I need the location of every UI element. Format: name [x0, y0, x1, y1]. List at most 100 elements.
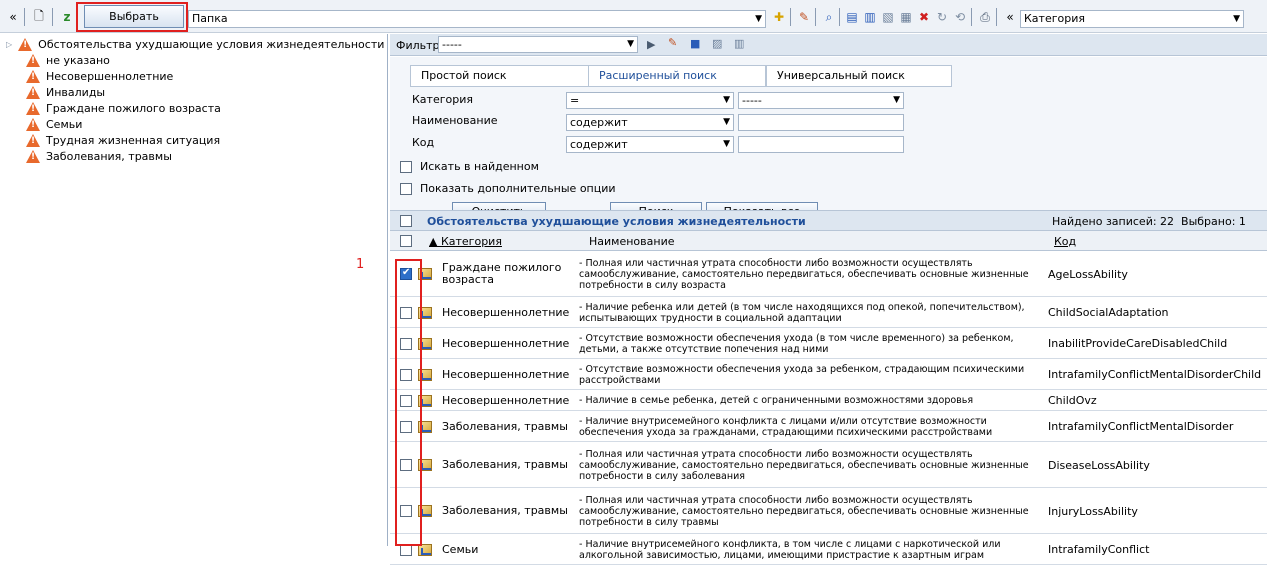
tree-item[interactable]: Трудная жизненная ситуация	[26, 133, 220, 148]
name-operator-select[interactable]: содержит ▼	[566, 114, 734, 131]
show-more-options-label: Показать дополнительные опции	[420, 182, 616, 195]
table-row[interactable]: Граждане пожилого возраста - Полная или ч…	[390, 251, 1267, 297]
tree-item-label: Граждане пожилого возраста	[46, 102, 221, 115]
collapse-left-icon[interactable]: «	[4, 8, 22, 26]
tab-advanced-search[interactable]: Расширенный поиск	[588, 65, 766, 87]
properties-icon[interactable]: ▦	[897, 8, 915, 26]
warning-icon	[26, 102, 40, 115]
code-input[interactable]	[738, 136, 904, 153]
row-name: - Полная или частичная утрата способност…	[579, 448, 1029, 482]
edit-filter-icon[interactable]: ✎	[668, 36, 677, 49]
show-more-options-checkbox[interactable]	[400, 182, 412, 195]
checkbox-column-highlight	[395, 259, 422, 546]
header-checkbox[interactable]	[400, 235, 412, 247]
row-code-cell: IntrafamilyConflict	[1048, 534, 1149, 565]
table-row[interactable]: Несовершеннолетние - Отсутствие возможнос…	[390, 359, 1267, 390]
table-row[interactable]: Несовершеннолетние - Отсутствие возможнос…	[390, 328, 1267, 359]
tree-item[interactable]: ▷ Обстоятельства ухудшающие условия жизн…	[6, 37, 384, 52]
search-in-found-checkbox[interactable]	[400, 160, 412, 173]
row-category: Несовершеннолетние	[442, 393, 570, 407]
expand-arrow-icon[interactable]: ▷	[6, 40, 12, 49]
toolbar-separator	[790, 8, 791, 26]
collapse-icon[interactable]: «	[1001, 8, 1019, 26]
row-name: - Полная или частичная утрата способност…	[579, 257, 1029, 291]
warning-icon	[26, 54, 40, 67]
excel-icon[interactable]: z	[58, 8, 76, 26]
delete-icon[interactable]: ✖	[915, 8, 933, 26]
category-combo[interactable]: Категория ▼	[1020, 10, 1244, 28]
tree-item-label: не указано	[46, 54, 110, 67]
category-operator-value: =	[570, 94, 580, 107]
search-in-found-option[interactable]: Искать в найденном	[400, 160, 539, 173]
row-code-cell: ChildSocialAdaptation	[1048, 297, 1169, 328]
paste-doc-icon[interactable]: ▧	[879, 8, 897, 26]
select-all-checkbox[interactable]	[400, 215, 412, 227]
row-category-cell: Несовершеннолетние	[442, 328, 582, 359]
row-name-cell: - Наличие внутрисемейного конфликта, в т…	[579, 534, 1045, 565]
row-category-cell: Несовершеннолетние	[442, 390, 582, 411]
table-row[interactable]: Несовершеннолетние - Наличие ребенка или …	[390, 297, 1267, 328]
row-category: Заболевания, травмы	[442, 419, 568, 433]
row-code-cell: InjuryLossAbility	[1048, 488, 1138, 534]
chevron-down-icon: ▼	[755, 14, 762, 24]
row-code-cell: AgeLossAbility	[1048, 251, 1128, 297]
chevron-down-icon: ▼	[893, 95, 900, 105]
row-code-cell: DiseaseLossAbility	[1048, 442, 1150, 488]
tree-item[interactable]: Несовершеннолетние	[26, 69, 173, 84]
name-input[interactable]	[738, 114, 904, 131]
category-tree: ▷ Обстоятельства ухудшающие условия жизн…	[0, 34, 388, 546]
column-header-category[interactable]: ▲ Категория	[429, 235, 502, 248]
row-code: InjuryLossAbility	[1048, 504, 1138, 518]
history-icon[interactable]: ⟲	[951, 8, 969, 26]
row-category-cell: Несовершеннолетние	[442, 359, 582, 390]
copy-doc-icon[interactable]: ▥	[861, 8, 879, 26]
table-row[interactable]: Семьи - Наличие внутрисемейного конфликта…	[390, 534, 1267, 565]
table-row[interactable]: Заболевания, травмы - Полная или частична…	[390, 488, 1267, 534]
tab-simple-search[interactable]: Простой поиск	[410, 65, 594, 87]
tree-item[interactable]: Заболевания, травмы	[26, 149, 172, 164]
table-row[interactable]: Заболевания, травмы - Полная или частична…	[390, 442, 1267, 488]
row-code: IntrafamilyConflictMentalDisorder	[1048, 420, 1234, 433]
filter-select[interactable]: ----- ▼	[438, 36, 638, 53]
edit-doc-icon[interactable]: ▤	[843, 8, 861, 26]
search-icon[interactable]: ⌕	[820, 8, 838, 26]
refresh-icon[interactable]: ↻	[933, 8, 951, 26]
column-header-code[interactable]: Код	[1054, 235, 1076, 248]
tree-item-label: Трудная жизненная ситуация	[46, 134, 221, 147]
tree-item[interactable]: Граждане пожилого возраста	[26, 101, 221, 116]
row-category: Несовершеннолетние	[442, 336, 570, 350]
row-category: Семьи	[442, 542, 479, 556]
category-operator-select[interactable]: = ▼	[566, 92, 734, 109]
row-category: Заболевания, травмы	[442, 504, 568, 517]
table-row[interactable]: Заболевания, травмы - Наличие внутрисемей…	[390, 411, 1267, 442]
save-filter-icon[interactable]: ■	[690, 37, 700, 50]
row-category-cell: Заболевания, травмы	[442, 488, 582, 534]
warning-icon	[18, 38, 33, 51]
filter-settings-icon[interactable]: ▨	[712, 37, 722, 50]
toolbar: « 🗋 z Выбрать 2 Папка ▼ ✚ ✎ ⌕ ▤ ▥ ▧ ▦ ✖ …	[0, 0, 1267, 33]
apply-filter-icon[interactable]: ▶	[647, 38, 655, 51]
tree-item[interactable]: Семьи	[26, 117, 82, 132]
category-value-select[interactable]: ----- ▼	[738, 92, 904, 109]
tree-item[interactable]: Инвалиды	[26, 85, 105, 100]
row-code: IntrafamilyConflictMentalDisorderChild	[1048, 368, 1262, 381]
name-operator-value: содержит	[570, 116, 628, 129]
select-button[interactable]: Выбрать	[84, 5, 184, 28]
new-document-icon[interactable]: 🗋	[30, 8, 48, 26]
search-panel: Простой поиск Расширенный поиск Универса…	[390, 57, 1267, 232]
folder-select[interactable]: Папка ▼	[188, 10, 766, 28]
table-row[interactable]: Несовершеннолетние - Наличие в семье ребе…	[390, 390, 1267, 411]
tree-item[interactable]: не указано	[26, 53, 110, 68]
column-header-name[interactable]: Наименование	[589, 235, 674, 248]
tab-universal-search[interactable]: Универсальный поиск	[766, 65, 952, 87]
warning-icon	[26, 86, 40, 99]
row-code-cell: InabilitProvideCareDisabledChild	[1048, 328, 1227, 359]
add-folder-icon[interactable]: ✚	[770, 8, 788, 26]
row-code: AgeLossAbility	[1048, 267, 1128, 281]
print-icon[interactable]: ⎙	[976, 8, 994, 26]
tools-icon[interactable]: ✎	[795, 8, 813, 26]
code-operator-select[interactable]: содержит ▼	[566, 136, 734, 153]
show-more-options-option[interactable]: Показать дополнительные опции	[400, 182, 616, 195]
filter-list-icon[interactable]: ▥	[734, 37, 744, 50]
row-name: - Отсутствие возможности обеспечения ухо…	[579, 363, 1025, 386]
